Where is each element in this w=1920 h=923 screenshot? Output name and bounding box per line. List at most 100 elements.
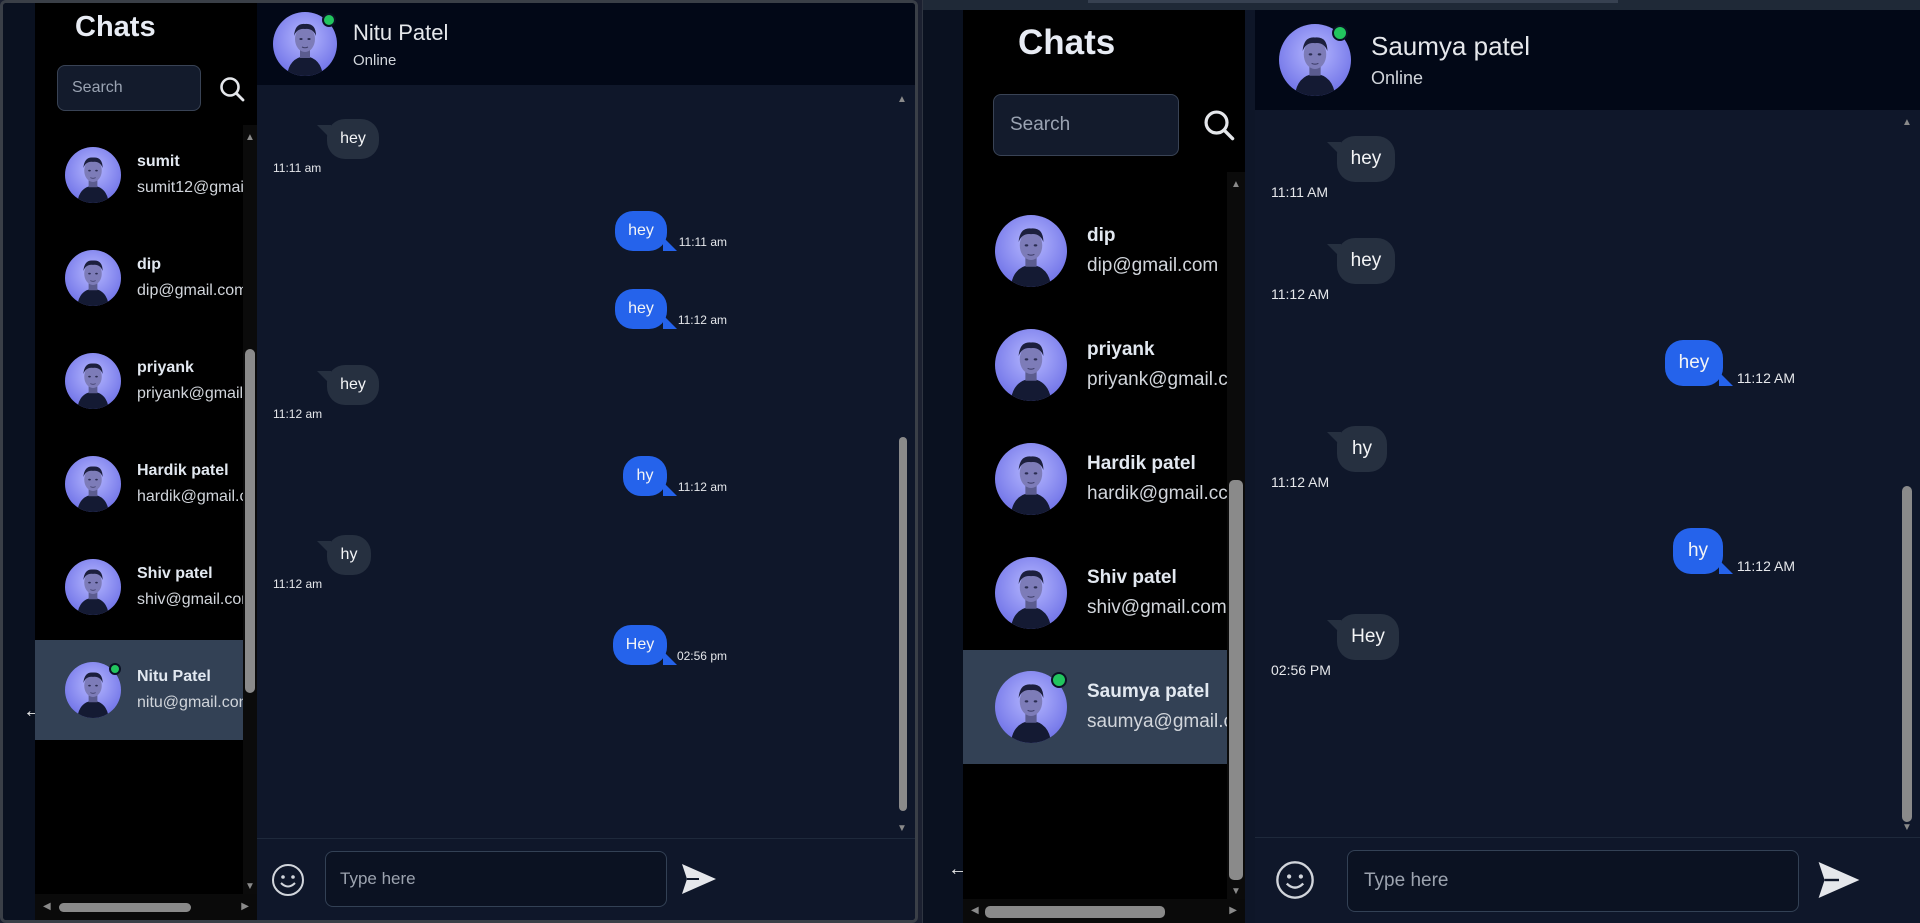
contact-email: dip@gmail.com <box>137 282 243 299</box>
contact-list-scrollbar[interactable]: ▲ ▼ <box>243 125 257 894</box>
contact-item[interactable]: Shiv patel shiv@gmail.com <box>963 536 1227 650</box>
contact-item[interactable]: sumit sumit12@gmail.c <box>35 125 243 225</box>
message-input[interactable]: Type here <box>1347 850 1799 912</box>
sidebar-title: Chats <box>75 11 156 43</box>
search-icon[interactable] <box>219 76 245 107</box>
scroll-up-arrow[interactable]: ▲ <box>1902 118 1912 128</box>
scroll-up-arrow[interactable]: ▲ <box>897 95 907 105</box>
online-indicator <box>322 13 336 27</box>
message-bubble[interactable]: Hey <box>1327 614 1399 660</box>
contact-item[interactable]: dip dip@gmail.com <box>963 194 1227 308</box>
smiley-icon[interactable] <box>1275 860 1315 905</box>
composer: Type here <box>257 838 915 920</box>
avatar[interactable] <box>65 250 121 306</box>
message-list-scrollbar[interactable]: ▲ ▼ <box>897 91 909 836</box>
contact-item[interactable]: Hardik patel hardik@gmail.coi <box>35 434 243 534</box>
avatar[interactable] <box>995 443 1067 515</box>
contact-list-hscrollbar[interactable]: ◀ ▶ <box>35 894 257 920</box>
scroll-left-arrow[interactable]: ◀ <box>43 902 51 912</box>
contact-email: shiv@gmail.com <box>1087 597 1227 618</box>
message-bubble[interactable]: hy <box>1327 426 1387 472</box>
message-bubble[interactable]: hey <box>317 119 379 159</box>
send-icon[interactable] <box>679 859 719 904</box>
contact-list-scrollbar[interactable]: ▲ ▼ <box>1227 172 1245 899</box>
avatar[interactable] <box>65 147 121 203</box>
message-bubble[interactable]: hy <box>317 535 371 575</box>
chat-header: Nitu Patel Online <box>257 3 915 85</box>
contact-item[interactable]: Hardik patel hardik@gmail.cc <box>963 422 1227 536</box>
avatar-photo <box>65 456 121 512</box>
scrollbar-thumb[interactable] <box>1902 486 1912 822</box>
search-input[interactable]: Search <box>57 65 201 111</box>
search-input[interactable]: Search <box>993 94 1179 156</box>
contact-name: dip <box>1087 225 1116 246</box>
scroll-up-arrow[interactable]: ▲ <box>245 133 255 143</box>
contact-item[interactable]: Saumya patel saumya@gmail.c <box>963 650 1227 764</box>
chat-window-right: ← Chats Search dip dip@gmail.com priyank pr… <box>922 0 1920 923</box>
contact-email: nitu@gmail.com <box>137 694 243 711</box>
contact-email: saumya@gmail.c <box>1087 711 1227 732</box>
search-icon[interactable] <box>1203 109 1235 146</box>
avatar[interactable] <box>65 353 121 409</box>
message-time: 11:11 am <box>273 161 322 175</box>
scroll-down-arrow[interactable]: ▼ <box>1231 887 1241 897</box>
scrollbar-thumb[interactable] <box>1229 480 1243 880</box>
scroll-down-arrow[interactable]: ▼ <box>897 824 907 834</box>
avatar[interactable] <box>65 559 121 615</box>
online-indicator <box>109 663 121 675</box>
message-bubble[interactable]: hey <box>317 365 379 405</box>
chat-contact-status: Online <box>353 51 397 69</box>
message-outgoing: hy 11:12 am <box>257 456 757 520</box>
contact-item[interactable]: Nitu Patel nitu@gmail.com <box>35 640 243 740</box>
message-bubble[interactable]: hey <box>615 289 677 329</box>
scrollbar-thumb[interactable] <box>245 349 255 693</box>
message-time: 11:12 am <box>273 407 323 421</box>
message-bubble[interactable]: hy <box>1673 528 1733 574</box>
message-bubble[interactable]: hey <box>1665 340 1733 386</box>
contact-item[interactable]: priyank priyank@gmail.co <box>35 331 243 431</box>
message-time: 11:12 AM <box>1736 558 1795 574</box>
contact-item[interactable]: Shiv patel shiv@gmail.com <box>35 537 243 637</box>
scrollbar-thumb[interactable] <box>899 437 907 811</box>
avatar[interactable] <box>1279 24 1351 96</box>
avatar[interactable] <box>65 662 121 718</box>
avatar[interactable] <box>273 12 337 76</box>
message-time: 11:12 am <box>677 480 727 494</box>
avatar[interactable] <box>995 557 1067 629</box>
scroll-down-arrow[interactable]: ▼ <box>245 882 255 892</box>
message-input[interactable]: Type here <box>325 851 667 907</box>
message-bubble[interactable]: hey <box>615 211 677 251</box>
avatar[interactable] <box>65 456 121 512</box>
hscrollbar-thumb[interactable] <box>985 906 1165 918</box>
message-bubble[interactable]: hey <box>1327 136 1395 182</box>
avatar[interactable] <box>995 329 1067 401</box>
scroll-right-arrow[interactable]: ▶ <box>1229 906 1237 916</box>
scroll-up-arrow[interactable]: ▲ <box>1231 180 1241 190</box>
message-time: 02:56 PM <box>1271 662 1331 678</box>
send-icon[interactable] <box>1815 856 1863 909</box>
scroll-down-arrow[interactable]: ▼ <box>1902 823 1912 833</box>
message-bubble[interactable]: Hey <box>613 625 677 665</box>
contact-name: priyank <box>137 359 194 376</box>
avatar-photo <box>65 147 121 203</box>
hscrollbar-thumb[interactable] <box>59 903 191 912</box>
online-indicator <box>1332 25 1348 41</box>
scroll-left-arrow[interactable]: ◀ <box>971 906 979 916</box>
smiley-icon[interactable] <box>271 863 305 902</box>
avatar[interactable] <box>995 671 1067 743</box>
window-gutter: ← <box>923 10 968 923</box>
contact-list-hscrollbar[interactable]: ◀ ▶ <box>963 899 1245 923</box>
message-incoming: hy 11:12 AM <box>1255 426 1827 496</box>
contact-item[interactable]: priyank priyank@gmail.c <box>963 308 1227 422</box>
message-list-scrollbar[interactable]: ▲ ▼ <box>1900 114 1914 835</box>
message-bubble[interactable]: hy <box>623 456 677 496</box>
contact-name: Shiv patel <box>137 565 213 582</box>
scroll-right-arrow[interactable]: ▶ <box>241 902 249 912</box>
avatar[interactable] <box>995 215 1067 287</box>
sidebar: Chats Search sumit sumit12@gmail.c dip dip@… <box>35 3 257 920</box>
contact-email: dip@gmail.com <box>1087 255 1219 276</box>
message-input-placeholder: Type here <box>340 869 416 888</box>
contact-item[interactable]: dip dip@gmail.com <box>35 228 243 328</box>
message-bubble[interactable]: hey <box>1327 238 1395 284</box>
chat-main: Nitu Patel Online hey 11:11 am hey 11:11 am… <box>257 3 915 920</box>
